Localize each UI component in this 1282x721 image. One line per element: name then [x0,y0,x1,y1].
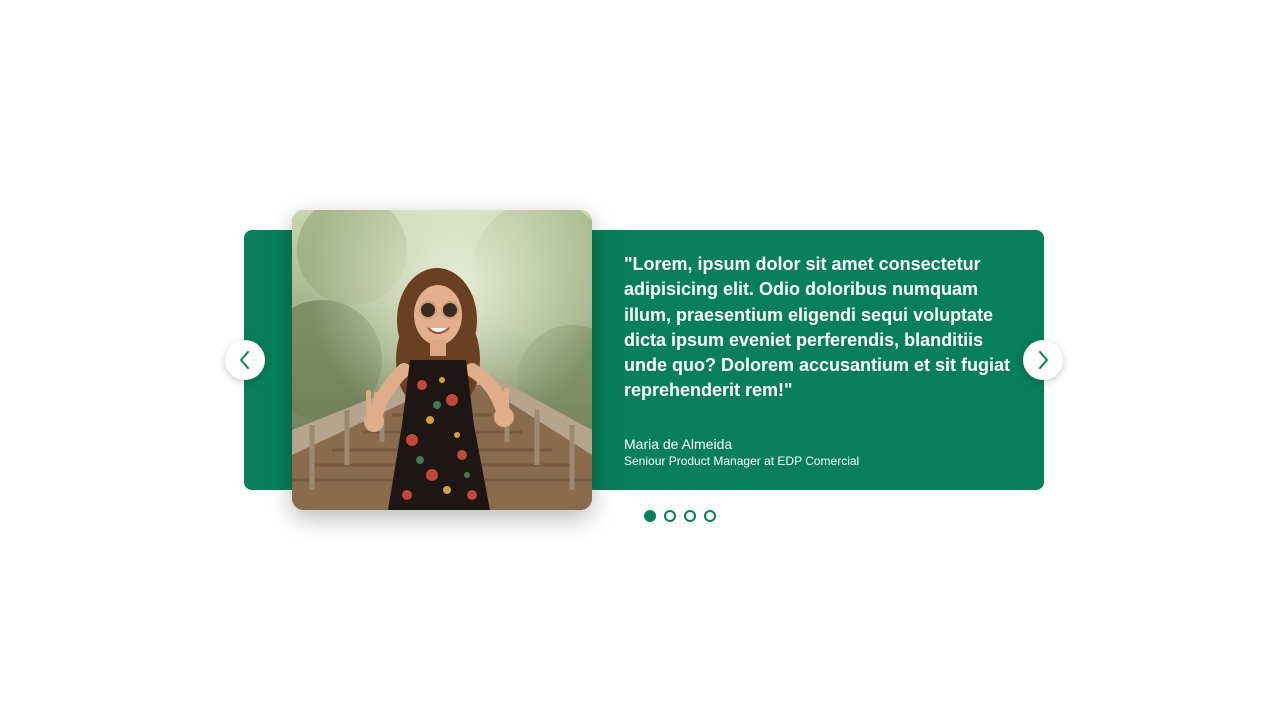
testimonial-photo [292,210,592,510]
author-name: Maria de Almeida [624,436,733,452]
author-role: Seniour Product Manager at EDP Comercial [624,454,860,468]
pagination-dot[interactable] [704,510,716,522]
pagination-dot[interactable] [664,510,676,522]
person-photo-icon [292,210,592,510]
testimonial-quote: "Lorem, ipsum dolor sit amet consectetur… [624,254,1011,401]
chevron-left-icon [240,351,249,369]
chevron-right-icon [1039,351,1048,369]
next-slide-button[interactable] [1023,340,1063,380]
testimonial-slider: "Lorem, ipsum dolor sit amet consectetur… [0,0,1282,721]
pagination-dot[interactable] [644,510,656,522]
previous-slide-button[interactable] [225,340,265,380]
slide-pagination [644,510,716,522]
pagination-dot[interactable] [684,510,696,522]
